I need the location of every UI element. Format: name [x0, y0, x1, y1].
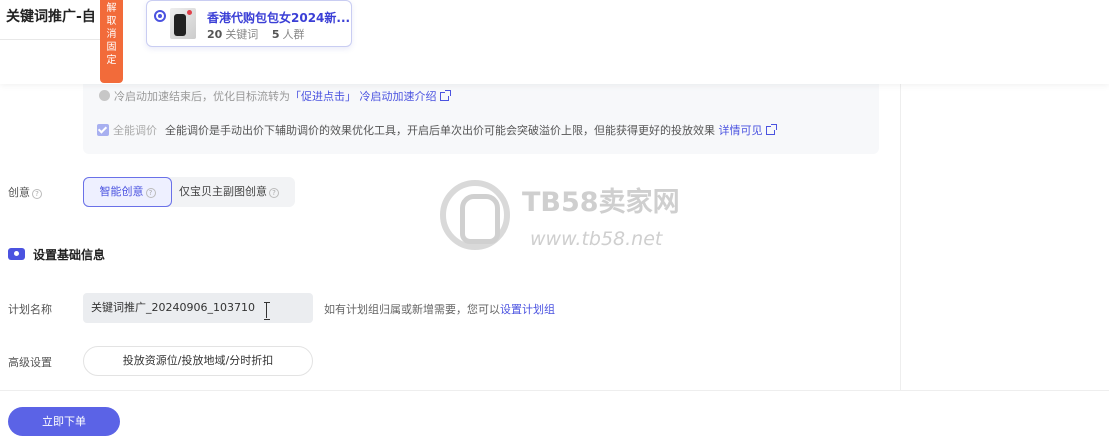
footer-divider — [0, 390, 1109, 391]
help-icon[interactable]: ? — [269, 188, 279, 198]
text-cursor-icon — [264, 302, 270, 320]
cold-start-row: 冷启动加速结束后，优化目标流转为「促进点击」 冷启动加速介绍 — [99, 88, 451, 104]
page-root: 关键词推广-自 解 取 消 固 定 香港代购包包女2024新... 20 关键词 … — [0, 0, 1109, 437]
keywords-count: 20 — [207, 28, 223, 41]
crowd-count: 5 — [271, 28, 280, 41]
badge-dot-icon — [187, 10, 192, 15]
creative-option-label: 智能创意 — [99, 185, 144, 198]
promote-click-link[interactable]: 「促进点击」 — [290, 90, 356, 103]
right-column-divider — [900, 84, 901, 390]
creative-label-text: 创意 — [8, 186, 30, 199]
smart-bid-label: 全能调价 — [113, 124, 157, 137]
plan-name-label: 计划名称 — [8, 303, 52, 316]
unpin-char: 定 — [106, 55, 117, 66]
unpin-char: 消 — [106, 29, 117, 40]
bag-image-icon — [174, 14, 186, 36]
creative-selector: 智能创意? 仅宝贝主副图创意? — [83, 177, 295, 207]
keywords-label: 关键词 — [225, 28, 259, 41]
cold-start-text: 冷启动加速结束后，优化目标流转为 — [114, 90, 290, 103]
advanced-label: 高级设置 — [8, 356, 52, 369]
creative-option-main-image[interactable]: 仅宝贝主副图创意? — [179, 177, 279, 207]
advanced-settings-button[interactable]: 投放资源位/投放地域/分时折扣 — [83, 346, 313, 376]
plan-name-hint-text: 如有计划组归属或新增需要，您可以 — [324, 303, 500, 316]
submit-order-button[interactable]: 立即下单 — [8, 407, 120, 436]
creative-option-label: 仅宝贝主副图创意 — [179, 185, 267, 198]
creative-option-smart[interactable]: 智能创意? — [83, 177, 172, 207]
cold-start-intro-link[interactable]: 冷启动加速介绍 — [360, 90, 437, 103]
watermark-hand-icon — [440, 180, 510, 250]
product-radio[interactable] — [154, 10, 166, 22]
creative-label: 创意? — [8, 184, 42, 200]
unpin-char: 解 — [106, 3, 117, 14]
page-title: 关键词推广-自 — [6, 9, 96, 25]
product-stats: 20 关键词 5 人群 — [207, 26, 304, 42]
smart-bid-detail-link[interactable]: 详情可见 — [719, 124, 763, 137]
external-link-icon[interactable] — [765, 124, 777, 135]
product-thumbnail — [170, 8, 196, 39]
help-icon[interactable]: ? — [145, 188, 156, 198]
crowd-label: 人群 — [282, 28, 305, 41]
help-icon[interactable]: ? — [32, 189, 42, 199]
unpin-char: 取 — [106, 16, 117, 27]
title-divider — [0, 39, 100, 40]
external-link-icon[interactable] — [439, 90, 451, 101]
set-plan-group-link[interactable]: 设置计划组 — [500, 303, 555, 316]
info-icon — [99, 90, 110, 101]
smart-bid-row: 全能调价 全能调价是手动出价下辅助调价的效果优化工具，开启后单次出价可能会突破溢价… — [97, 122, 777, 138]
smart-bid-text: 全能调价是手动出价下辅助调价的效果优化工具，开启后单次出价可能会突破溢价上限，但… — [165, 124, 715, 137]
product-title[interactable]: 香港代购包包女2024新... — [207, 9, 350, 26]
section-ticket-icon — [8, 248, 25, 260]
unpin-tag[interactable]: 解 取 消 固 定 — [100, 0, 123, 83]
unpin-char: 固 — [106, 42, 117, 53]
section-title: 设置基础信息 — [33, 248, 106, 262]
watermark-title: TB58卖家网 — [522, 187, 680, 218]
watermark-url: www.tb58.net — [530, 228, 663, 250]
plan-name-hint: 如有计划组归属或新增需要，您可以设置计划组 — [324, 301, 555, 317]
product-card[interactable]: 香港代购包包女2024新... 20 关键词 5 人群 — [146, 0, 352, 47]
plan-name-input[interactable]: 关键词推广_20240906_103710 — [83, 293, 313, 323]
smart-bid-checkbox[interactable] — [97, 124, 109, 136]
